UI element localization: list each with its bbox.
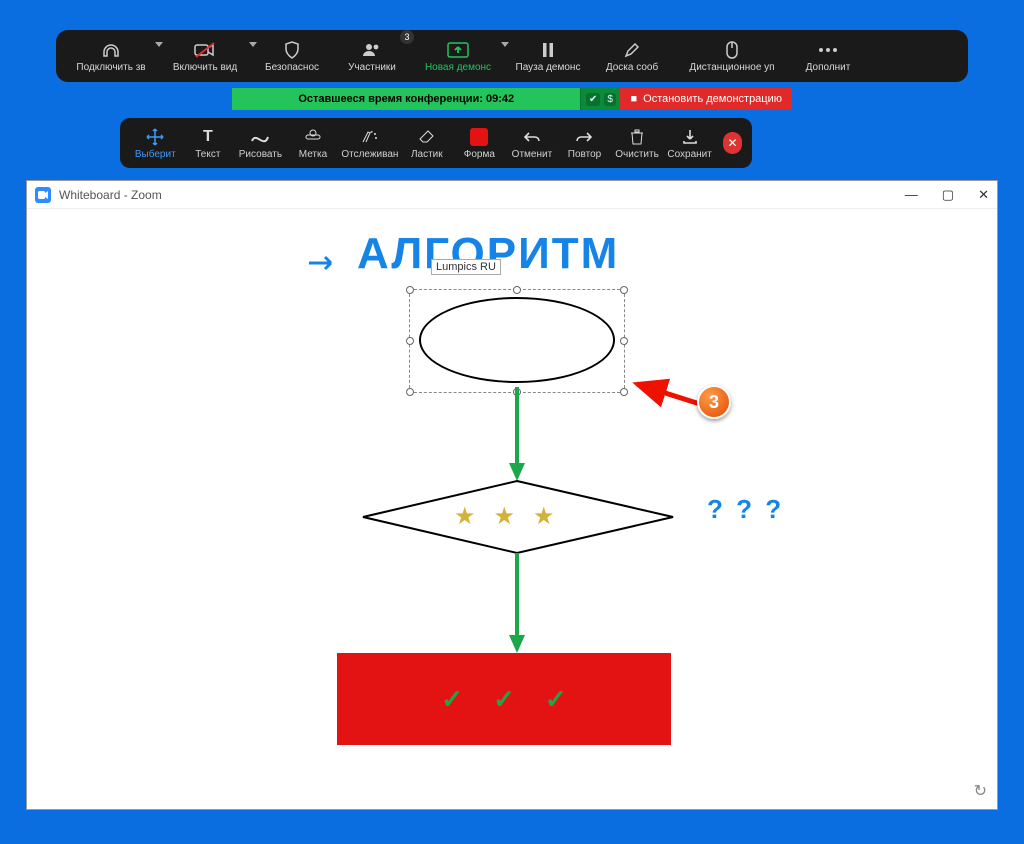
move-icon (146, 126, 164, 148)
flowchart-process-shape[interactable]: ✓ ✓ ✓ (337, 653, 671, 745)
tool-eraser-label: Ластик (411, 149, 443, 160)
participants-button[interactable]: 3 Участники (336, 30, 408, 82)
tool-redo-label: Повтор (568, 149, 601, 160)
tool-save-label: Сохранит (667, 149, 711, 160)
maximize-button[interactable]: ▢ (942, 187, 954, 203)
participants-label: Участники (348, 62, 396, 73)
star-icon: ★ (454, 502, 476, 531)
join-audio-label: Подключить зв (76, 62, 145, 73)
close-window-button[interactable]: ✕ (978, 187, 989, 203)
security-label: Безопаснос (265, 62, 319, 73)
share-status-bar: Оставшееся время конференции: 09:42 ✔$ ■… (232, 88, 792, 110)
annotate-button[interactable]: Доска сооб (596, 30, 668, 82)
remote-control-button[interactable]: Дистанционное уп (676, 30, 788, 82)
tool-text-label: Текст (195, 149, 220, 160)
spotlight-icon (361, 126, 379, 148)
start-video-label: Включить вид (173, 62, 237, 73)
more-icon (818, 40, 838, 60)
refresh-icon[interactable]: ↻ (974, 781, 987, 801)
decision-stars: ★ ★ ★ (454, 502, 555, 531)
new-share-label: Новая демонс (425, 62, 491, 73)
check-icon: ✓ (493, 684, 515, 715)
tool-draw-label: Рисовать (239, 149, 282, 160)
stop-share-label: Остановить демонстрацию (643, 93, 782, 105)
whiteboard-window: Whiteboard - Zoom — ▢ ✕ АЛГОРИТМ Lumpics… (26, 180, 998, 810)
check-icon: ✓ (441, 684, 463, 715)
tool-eraser[interactable]: Ластик (402, 118, 453, 168)
format-icon (470, 126, 488, 148)
step-callout: 3 (697, 385, 731, 419)
stop-share-button[interactable]: ■ Остановить демонстрацию (620, 88, 792, 110)
check-icon: ✓ (545, 684, 567, 715)
annotation-toolbar: Выберит T Текст Рисовать Метка Отслежива… (120, 118, 752, 168)
pause-icon (541, 40, 555, 60)
shield-icon (284, 40, 300, 60)
tool-select-label: Выберит (135, 149, 176, 160)
save-icon (682, 126, 698, 148)
tool-format-label: Форма (464, 149, 495, 160)
stop-icon: ■ (630, 93, 637, 105)
star-icon: ★ (533, 502, 555, 531)
tool-text[interactable]: T Текст (183, 118, 234, 168)
pencil-icon (624, 40, 640, 60)
close-icon: ✕ (727, 136, 737, 150)
draw-icon (251, 126, 269, 148)
start-video-button[interactable]: Включить вид (162, 30, 248, 82)
tool-undo-label: Отменит (512, 149, 552, 160)
status-badges: ✔$ (580, 88, 620, 110)
close-annotation-button[interactable]: ✕ (723, 132, 742, 154)
pause-share-label: Пауза демонс (516, 62, 581, 73)
minimize-button[interactable]: — (905, 187, 918, 203)
zoom-app-icon (35, 187, 51, 203)
meeting-toolbar: Подключить зв Включить вид Безопаснос 3 … (56, 30, 968, 82)
window-titlebar[interactable]: Whiteboard - Zoom — ▢ ✕ (27, 181, 997, 209)
whiteboard-canvas[interactable]: АЛГОРИТМ Lumpics RU (27, 209, 997, 809)
tool-spotlight[interactable]: Отслеживан (340, 118, 399, 168)
tool-select[interactable]: Выберит (130, 118, 181, 168)
tool-draw[interactable]: Рисовать (235, 118, 286, 168)
tool-redo[interactable]: Повтор (559, 118, 610, 168)
tool-clear[interactable]: Очистить (612, 118, 663, 168)
remote-control-label: Дистанционное уп (689, 62, 774, 73)
window-title: Whiteboard - Zoom (59, 188, 162, 202)
stamp-icon (305, 126, 321, 148)
trash-icon (630, 126, 644, 148)
star-icon: ★ (494, 502, 516, 531)
tool-undo[interactable]: Отменит (507, 118, 558, 168)
question-marks: ? ? ? (707, 494, 784, 525)
participants-icon (362, 40, 382, 60)
participants-count: 3 (400, 30, 414, 44)
dollar-badge-icon: $ (604, 93, 616, 106)
mouse-icon (725, 40, 739, 60)
tool-save[interactable]: Сохранит (664, 118, 715, 168)
callout-number: 3 (709, 392, 719, 413)
more-label: Дополнит (806, 62, 851, 73)
time-remaining: Оставшееся время конференции: 09:42 (232, 88, 580, 110)
tool-spotlight-label: Отслеживан (341, 149, 398, 160)
tool-stamp[interactable]: Метка (288, 118, 339, 168)
eraser-icon (418, 126, 436, 148)
tool-clear-label: Очистить (615, 149, 659, 160)
annotate-label: Доска сооб (606, 62, 658, 73)
join-audio-button[interactable]: Подключить зв (68, 30, 154, 82)
share-screen-icon (447, 40, 469, 60)
pause-share-button[interactable]: Пауза демонс (508, 30, 588, 82)
tool-format[interactable]: Форма (454, 118, 505, 168)
undo-icon (523, 126, 541, 148)
shield-badge-icon: ✔ (586, 93, 600, 106)
security-button[interactable]: Безопаснос (256, 30, 328, 82)
tool-stamp-label: Метка (299, 149, 327, 160)
camera-off-icon (194, 40, 216, 60)
new-share-button[interactable]: Новая демонс (416, 30, 500, 82)
redo-icon (575, 126, 593, 148)
text-icon: T (203, 126, 213, 148)
more-button[interactable]: Дополнит (796, 30, 860, 82)
headphones-icon (101, 40, 121, 60)
